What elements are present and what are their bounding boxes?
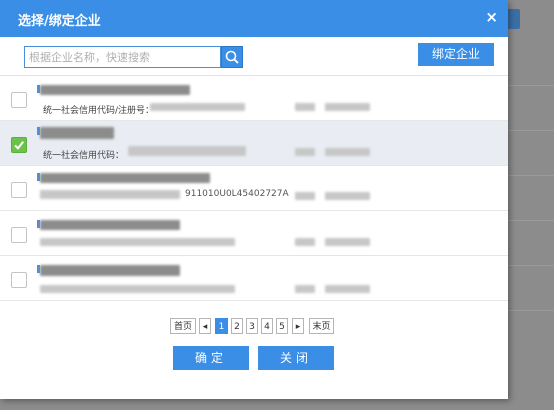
page-2-button[interactable]: 2 [231,318,243,334]
search-icon [225,50,239,64]
redacted-credit-code-prefix [40,190,180,199]
redacted-field [295,192,315,200]
next-page-button[interactable]: ▸ [292,318,304,334]
redacted-field [325,103,370,111]
first-page-button[interactable]: 首页 [170,318,196,334]
company-row[interactable]: 统一社会信用代码/注册号： [0,76,508,121]
background-divider [507,130,554,131]
dialog-title: 选择/绑定企业 [18,14,101,29]
redacted-credit-code [40,285,235,293]
redacted-credit-code [150,103,245,111]
page-1-button[interactable]: 1 [215,318,228,334]
row-checkbox-checked[interactable] [11,137,27,153]
redacted-company-name [40,220,180,230]
row-checkbox[interactable] [11,92,27,108]
dialog-header: 选择/绑定企业 × [0,0,508,37]
redacted-credit-code [40,238,235,246]
company-row[interactable] [0,211,508,256]
credit-code-label: 统一社会信用代码： [43,151,125,161]
prev-page-button[interactable]: ◂ [199,318,211,334]
redacted-company-name [40,173,210,183]
close-button[interactable]: 关闭 [258,346,334,370]
company-search-input[interactable] [24,46,221,68]
confirm-button[interactable]: 确定 [173,346,249,370]
redacted-field [325,148,370,156]
search-button[interactable] [221,46,243,68]
redacted-field [325,238,370,246]
background-divider [507,310,554,311]
page-4-button[interactable]: 4 [261,318,273,334]
company-list: 统一社会信用代码/注册号： 统一社会信用代码： 911010U0L4540272… [0,76,508,301]
background-divider [507,220,554,221]
background-divider [507,265,554,266]
background-divider [507,85,554,86]
redacted-field [295,148,315,156]
redacted-company-name [40,265,180,276]
credit-code-value: 911010U0L45402727A [185,189,289,199]
company-row[interactable] [0,256,508,301]
credit-code-label: 统一社会信用代码/注册号： [43,106,155,116]
select-bind-company-dialog: 选择/绑定企业 × 绑定企业 统一社会信用代码/注册号： [0,0,508,399]
background-divider [507,175,554,176]
redacted-field [295,285,315,293]
redacted-company-name [40,127,114,139]
page-3-button[interactable]: 3 [246,318,258,334]
row-checkbox[interactable] [11,182,27,198]
last-page-button[interactable]: 末页 [309,318,334,334]
row-checkbox[interactable] [11,272,27,288]
row-checkbox[interactable] [11,227,27,243]
redacted-field [295,238,315,246]
company-row[interactable]: 911010U0L45402727A [0,166,508,211]
redacted-field [325,285,370,293]
checkmark-icon [14,141,24,150]
redacted-field [295,103,315,111]
company-row-selected[interactable]: 统一社会信用代码： [0,121,508,166]
bind-company-button[interactable]: 绑定企业 [418,43,494,66]
page-5-button[interactable]: 5 [276,318,288,334]
redacted-company-name [40,85,190,95]
redacted-field [325,192,370,200]
close-icon[interactable]: × [485,8,498,26]
redacted-credit-code [128,146,246,156]
